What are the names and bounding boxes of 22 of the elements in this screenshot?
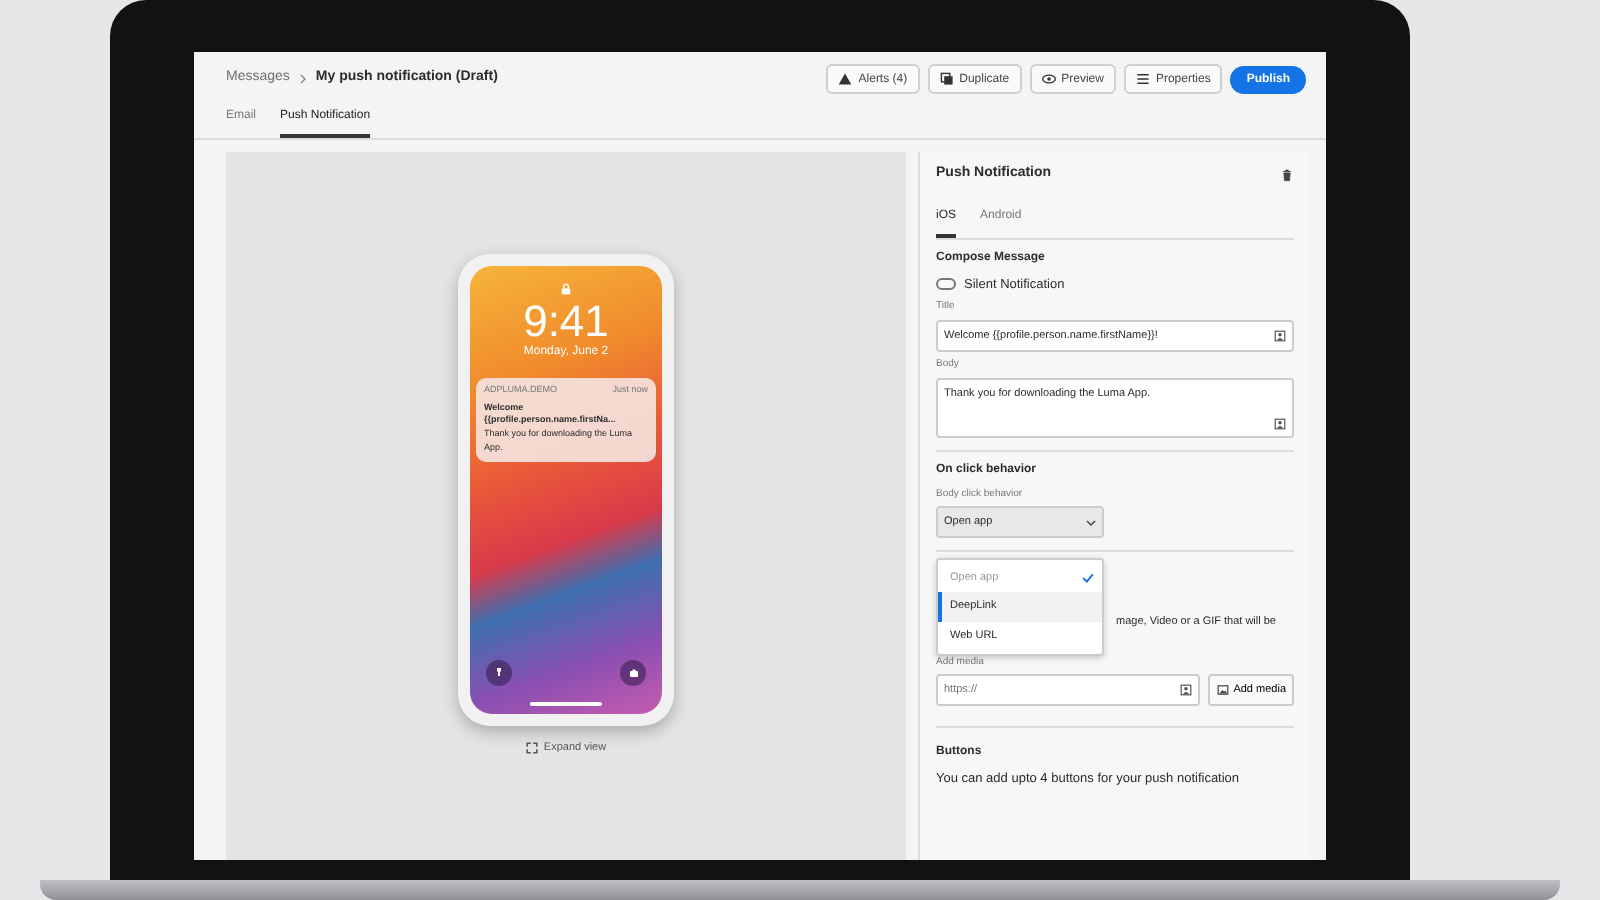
check-icon [1082,572,1094,585]
flashlight-button[interactable] [486,659,512,686]
personalize-icon [1274,329,1286,342]
expand-icon [525,742,538,754]
home-indicator [530,701,602,706]
lock-screen-time: 9:41 [523,299,609,344]
trash-icon [1280,167,1294,182]
toggle-switch[interactable] [936,278,956,291]
eye-icon [1041,72,1056,86]
flashlight-icon [494,666,504,679]
camera-button[interactable] [620,659,646,686]
personalize-icon [1274,417,1286,429]
chevron-right-icon [297,74,308,84]
delete-button[interactable] [1280,167,1294,182]
properties-icon [1135,72,1150,86]
image-icon [1215,684,1230,697]
chevron-down-icon [1086,517,1096,528]
camera-icon [627,667,639,678]
lock-icon [560,281,572,296]
personalize-icon [1179,684,1192,697]
warning-icon [838,72,853,86]
duplicate-icon [939,72,954,86]
